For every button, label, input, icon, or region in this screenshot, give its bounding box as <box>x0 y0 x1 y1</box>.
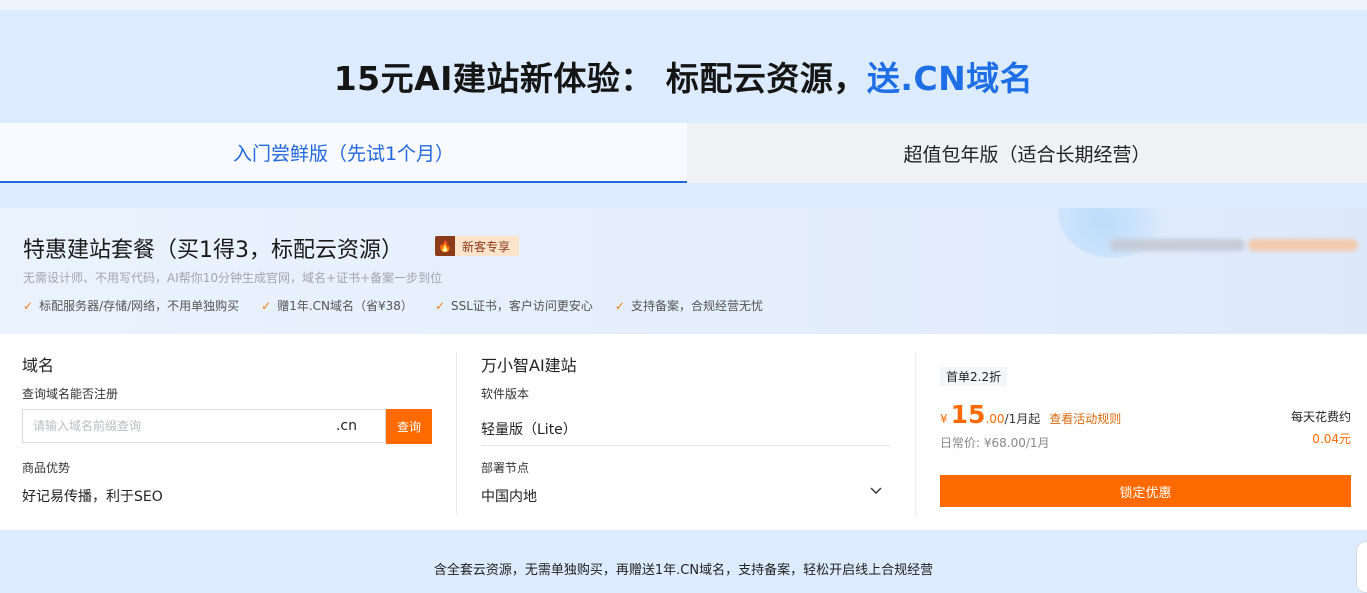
column-divider <box>456 352 457 516</box>
price-integer: 15 <box>950 400 986 429</box>
tab-annual[interactable]: 超值包年版（适合长期经营） <box>687 123 1367 183</box>
version-value[interactable]: 轻量版（Lite） <box>481 419 577 439</box>
new-customer-badge: 🔥 新客专享 <box>435 236 520 256</box>
price-decimal: .00 <box>985 412 1005 426</box>
blurred-info <box>1248 239 1358 251</box>
domain-search-button[interactable]: 查询 <box>386 409 432 444</box>
currency-symbol: ¥ <box>940 412 948 426</box>
check-icon: ✓ <box>434 298 445 313</box>
floating-widget[interactable] <box>1356 541 1367 593</box>
column-divider <box>915 352 916 516</box>
feature-item: ✓ 标配服务器/存储/网络，不用单独购买 <box>23 298 240 314</box>
promo-subtitle: 无需设计师、不用写代码，AI帮你10分钟生成官网，域名+证书+备案一步到位 <box>23 271 443 285</box>
domain-input[interactable] <box>23 410 336 442</box>
version-underline <box>481 445 890 446</box>
fire-icon: 🔥 <box>435 236 455 256</box>
feature-list: ✓ 标配服务器/存储/网络，不用单独购买 ✓ 赠1年.CN域名（省¥38） ✓ SSL… <box>23 297 785 314</box>
domain-suffix: .cn <box>335 418 357 434</box>
daily-cost-value: 0.04元 <box>1312 432 1351 446</box>
tab-trial[interactable]: 入门尝鲜版（先试1个月） <box>0 123 687 183</box>
feature-item: ✓ 赠1年.CN域名（省¥38） <box>261 298 413 314</box>
lock-discount-button[interactable]: 锁定优惠 <box>940 475 1351 507</box>
plan-tabs: 入门尝鲜版（先试1个月） 超值包年版（适合长期经营） <box>0 123 1367 183</box>
order-panel: 域名 查询域名能否注册 .cn 查询 商品优势 好记易传播，利于SEO 万小智A… <box>0 334 1367 530</box>
advantage-label: 商品优势 <box>22 461 71 475</box>
headline-highlight: 送.CN域名 <box>866 59 1034 98</box>
daily-cost-label: 每天花费约 <box>1290 410 1351 424</box>
feature-item: ✓ 支持备案，合规经营无忧 <box>614 298 763 314</box>
price-unit: /1月起 <box>1004 412 1041 426</box>
check-icon: ✓ <box>614 298 625 313</box>
feature-item: ✓ SSL证书，客户访问更安心 <box>434 298 593 314</box>
domain-title: 域名 <box>22 356 55 375</box>
top-strip <box>0 0 1367 10</box>
badge-label: 新客专享 <box>462 239 511 254</box>
promo-banner: 特惠建站套餐（买1得3，标配云资源） 🔥 新客专享 无需设计师、不用写代码，AI… <box>0 208 1367 334</box>
discount-tag: 首单2.2折 <box>940 367 1008 386</box>
domain-search-box: .cn <box>22 409 386 443</box>
promo-title: 特惠建站套餐（买1得3，标配云资源） <box>23 238 403 263</box>
advantage-value: 好记易传播，利于SEO <box>22 489 163 505</box>
page-headline: 15元AI建站新体验： 标配云资源，送.CN域名 <box>0 52 1367 100</box>
node-select[interactable]: 中国内地 <box>481 486 537 506</box>
domain-query-label: 查询域名能否注册 <box>22 387 119 401</box>
regular-price: 日常价: ¥68.00/1月 <box>940 436 1050 450</box>
check-icon: ✓ <box>261 298 272 313</box>
check-icon: ✓ <box>23 298 34 313</box>
blurred-info <box>1110 239 1245 251</box>
footer-note: 含全套云资源，无需单独购买，再赠送1年.CN域名，支持备案，轻松开启线上合规经营 <box>433 563 934 578</box>
chevron-down-icon[interactable] <box>869 484 883 498</box>
price-row: ¥ 15 .00 /1月起 查看活动规则 <box>940 400 1121 429</box>
version-label: 软件版本 <box>481 387 530 401</box>
headline-main: 15元AI建站新体验： 标配云资源， <box>333 59 867 98</box>
rules-link[interactable]: 查看活动规则 <box>1049 410 1121 427</box>
node-label: 部署节点 <box>481 461 530 475</box>
site-title: 万小智AI建站 <box>481 356 577 375</box>
